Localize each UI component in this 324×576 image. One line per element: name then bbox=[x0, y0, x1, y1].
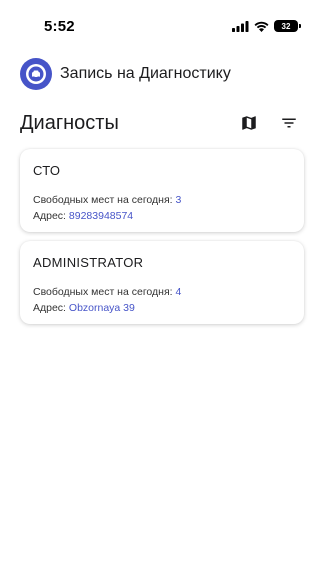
diagnostics-list: СТО Свободных мест на сегодня: 3 Адрес: … bbox=[20, 149, 304, 333]
app-title: Запись на Диагностику bbox=[60, 65, 231, 82]
free-slots-value: 4 bbox=[175, 286, 182, 298]
address-value[interactable]: Obzornaya 39 bbox=[69, 302, 135, 314]
filter-button[interactable] bbox=[274, 108, 304, 138]
diagnostic-card[interactable]: СТО Свободных мест на сегодня: 3 Адрес: … bbox=[20, 149, 304, 232]
address-row: Адрес: 89283948574 bbox=[33, 208, 291, 224]
address-value[interactable]: 89283948574 bbox=[69, 210, 133, 222]
address-label: Адрес: bbox=[33, 302, 66, 314]
section-header: Диагносты bbox=[20, 108, 304, 138]
free-slots-label: Свободных мест на сегодня: bbox=[33, 194, 173, 206]
status-time: 5:52 bbox=[44, 18, 75, 35]
free-slots-value: 3 bbox=[175, 194, 182, 206]
card-title: ADMINISTRATOR bbox=[33, 255, 144, 270]
battery-level: 32 bbox=[281, 21, 291, 31]
free-slots-row: Свободных мест на сегодня: 3 bbox=[33, 192, 291, 208]
app-header: Запись на Диагностику bbox=[20, 56, 304, 92]
filter-icon bbox=[282, 118, 296, 128]
status-bar: 5:52 32 bbox=[0, 0, 324, 50]
car-calendar-icon bbox=[20, 58, 52, 90]
cellular-signal-icon bbox=[232, 20, 249, 32]
address-row: Адрес: Obzornaya 39 bbox=[33, 300, 291, 316]
free-slots-label: Свободных мест на сегодня: bbox=[33, 286, 173, 298]
wifi-icon bbox=[254, 21, 269, 32]
battery-icon: 32 bbox=[274, 20, 301, 32]
address-label: Адрес: bbox=[33, 210, 66, 222]
free-slots-row: Свободных мест на сегодня: 4 bbox=[33, 284, 291, 300]
page-title: Диагносты bbox=[20, 111, 119, 134]
diagnostic-card[interactable]: ADMINISTRATOR Свободных мест на сегодня:… bbox=[20, 241, 304, 324]
status-icons: 32 bbox=[232, 20, 301, 32]
map-icon bbox=[242, 116, 256, 130]
map-button[interactable] bbox=[234, 108, 264, 138]
card-title: СТО bbox=[33, 163, 61, 178]
